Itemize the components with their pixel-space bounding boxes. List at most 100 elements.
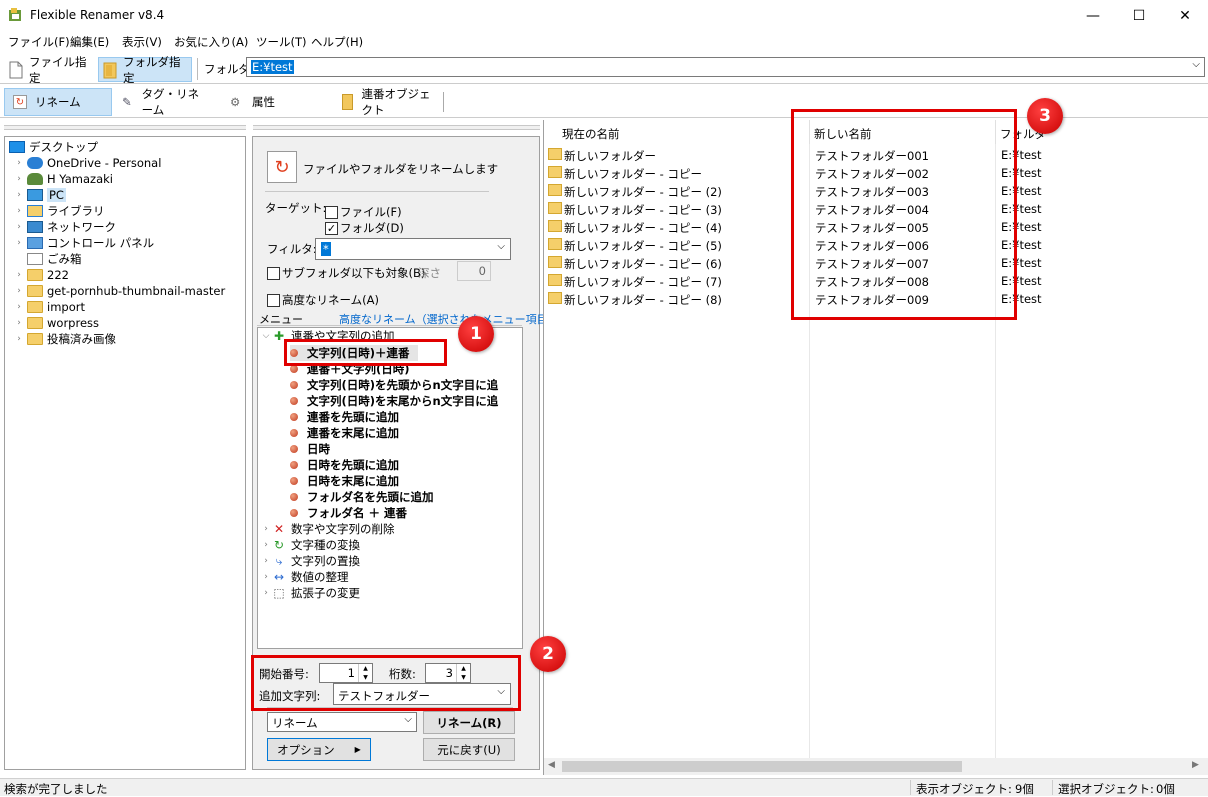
- tree-item[interactable]: › H Yamazaki: [13, 171, 113, 187]
- tree-item[interactable]: › 222: [13, 267, 69, 283]
- mode-combo[interactable]: リネーム ⌵: [267, 712, 417, 732]
- rename-menu-tree[interactable]: ⌵ ✚ 連番や文字列の追加 文字列(日時)＋連番 連番＋文字列(日時) 文字列(日時…: [257, 327, 523, 649]
- tree-item[interactable]: › コントロール パネル: [13, 235, 154, 251]
- tree-item[interactable]: › 投稿済み画像: [13, 331, 116, 347]
- gear-icon: ⚙: [230, 95, 241, 109]
- tree-item-label: PC: [47, 188, 66, 202]
- menu-item-label: フォルダ名 ＋ 連番: [307, 506, 408, 520]
- depth-field[interactable]: 0: [457, 261, 491, 281]
- chevron-right-icon[interactable]: ›: [260, 524, 272, 534]
- folder-path-combo[interactable]: E:¥test ⌵: [246, 57, 1205, 77]
- file-mode-button[interactable]: ファイル指定: [4, 55, 96, 85]
- tab-attributes[interactable]: ⚙ 属性: [222, 88, 322, 116]
- menu-item[interactable]: 文字列(日時)を先頭からn文字目に追: [290, 377, 498, 393]
- options-splitter[interactable]: [253, 125, 540, 130]
- menu-item[interactable]: 日時: [290, 441, 330, 457]
- advanced-checkbox[interactable]: 高度なリネーム(A): [267, 292, 379, 308]
- bullet-icon: [290, 365, 298, 373]
- close-button[interactable]: ✕: [1162, 0, 1208, 31]
- chevron-right-icon[interactable]: ›: [13, 174, 25, 184]
- chevron-right-icon[interactable]: ›: [13, 222, 25, 232]
- chevron-right-icon[interactable]: ›: [260, 588, 272, 598]
- app-icon: [8, 7, 23, 22]
- chevron-right-icon[interactable]: ›: [13, 318, 25, 328]
- folder-checkbox[interactable]: ✓ フォルダ(D): [325, 220, 404, 236]
- menu-file[interactable]: ファイル(F): [8, 34, 70, 50]
- tab-tag-rename[interactable]: ✎ タグ・リネーム: [114, 87, 218, 117]
- chevron-right-icon[interactable]: ›: [13, 206, 25, 216]
- menu-edit[interactable]: 編集(E): [70, 34, 109, 50]
- pc-icon: [27, 189, 43, 201]
- tree-item-label: ネットワーク: [47, 220, 116, 234]
- file-checkbox[interactable]: ファイル(F): [325, 204, 402, 220]
- tree-item[interactable]: › ライブラリ: [13, 203, 104, 219]
- status-divider: [910, 780, 911, 795]
- undo-button[interactable]: 元に戻す(U): [423, 738, 515, 761]
- menu-category[interactable]: › ↻ 文字種の変換: [260, 537, 360, 553]
- chevron-right-icon[interactable]: ›: [13, 334, 25, 344]
- folder-mode-button[interactable]: フォルダ指定: [98, 55, 192, 85]
- highlight-box-2: [251, 655, 521, 711]
- tree-item[interactable]: › import: [13, 299, 85, 315]
- chevron-right-icon[interactable]: ›: [13, 158, 25, 168]
- chevron-right-icon[interactable]: ›: [13, 190, 25, 200]
- tree-item-label: worpress: [47, 316, 100, 330]
- menu-item[interactable]: 連番を先頭に追加: [290, 409, 399, 425]
- menu-category[interactable]: › ✕ 数字や文字列の削除: [260, 521, 394, 537]
- menu-item[interactable]: フォルダ名を先頭に追加: [290, 489, 434, 505]
- tree-item-label: H Yamazaki: [47, 172, 113, 186]
- menu-item[interactable]: 文字列(日時)を末尾からn文字目に追: [290, 393, 498, 409]
- advanced-checkbox-label: 高度なリネーム(A): [282, 293, 379, 307]
- library-icon: [27, 205, 43, 217]
- menu-category[interactable]: › ⤷ 文字列の置換: [260, 553, 360, 569]
- scroll-right-icon[interactable]: ▶: [1192, 760, 1199, 770]
- tree-item[interactable]: ごみ箱: [13, 251, 82, 267]
- maximize-button[interactable]: ☐: [1116, 0, 1162, 31]
- chevron-right-icon[interactable]: ›: [13, 286, 25, 296]
- shown-objects-value: 9個: [1015, 782, 1034, 796]
- chevron-right-icon[interactable]: ›: [13, 302, 25, 312]
- tree-item[interactable]: › OneDrive - Personal: [13, 155, 161, 171]
- menu-item[interactable]: フォルダ名 ＋ 連番: [290, 505, 407, 521]
- menu-category[interactable]: › ↔ 数値の整理: [260, 569, 349, 585]
- selected-objects-label: 選択オブジェクト:: [1058, 782, 1154, 796]
- chevron-right-icon[interactable]: ›: [260, 540, 272, 550]
- menu-view[interactable]: 表示(V): [122, 34, 162, 50]
- cloud-icon: [27, 157, 43, 169]
- tab-sequence-object[interactable]: 連番オブジェクト: [334, 87, 442, 117]
- rename-button[interactable]: リネーム(R): [423, 711, 515, 734]
- chevron-right-icon[interactable]: ›: [13, 270, 25, 280]
- menu-favorites[interactable]: お気に入り(A): [174, 34, 248, 50]
- chevron-right-icon[interactable]: ›: [13, 238, 25, 248]
- scroll-left-icon[interactable]: ◀: [548, 760, 555, 770]
- menu-help[interactable]: ヘルプ(H): [311, 34, 363, 50]
- menu-tools[interactable]: ツール(T): [256, 34, 307, 50]
- menu-category[interactable]: › ⬚ 拡張子の変更: [260, 585, 360, 601]
- menu-item[interactable]: 連番を末尾に追加: [290, 425, 399, 441]
- subfolder-checkbox[interactable]: サブフォルダ以下も対象(B): [267, 265, 425, 281]
- tree-splitter[interactable]: [4, 125, 246, 130]
- folder-icon: [548, 238, 562, 250]
- file-checkbox-box: [325, 205, 338, 219]
- menu-item-label: 日時: [307, 442, 330, 456]
- folder-tree[interactable]: デスクトップ › OneDrive - Personal › H Yamazaki › PC…: [4, 136, 246, 770]
- filter-combo[interactable]: * ⌵: [315, 238, 511, 260]
- column-current-name[interactable]: 現在の名前: [562, 126, 620, 142]
- menu-item[interactable]: 日時を末尾に追加: [290, 473, 399, 489]
- tree-item[interactable]: デスクトップ: [7, 139, 98, 155]
- tree-item[interactable]: › ネットワーク: [13, 219, 116, 235]
- tab-rename[interactable]: ↻ リネーム: [4, 88, 112, 116]
- bullet-icon: [290, 413, 298, 421]
- chevron-right-icon[interactable]: ›: [260, 556, 272, 566]
- shown-objects-label: 表示オブジェクト:: [916, 782, 1012, 796]
- menu-category-label: 数値の整理: [291, 570, 349, 584]
- tree-item[interactable]: › get-pornhub-thumbnail-master: [13, 283, 225, 299]
- tree-item[interactable]: › PC: [13, 187, 66, 203]
- options-button[interactable]: オプション ▶: [267, 738, 371, 761]
- horizontal-scrollbar[interactable]: ◀ ▶: [544, 758, 1208, 775]
- chevron-right-icon[interactable]: ›: [260, 572, 272, 582]
- minimize-button[interactable]: —: [1070, 0, 1116, 31]
- tree-item[interactable]: › worpress: [13, 315, 99, 331]
- scrollbar-thumb[interactable]: [562, 761, 962, 772]
- menu-item[interactable]: 日時を先頭に追加: [290, 457, 399, 473]
